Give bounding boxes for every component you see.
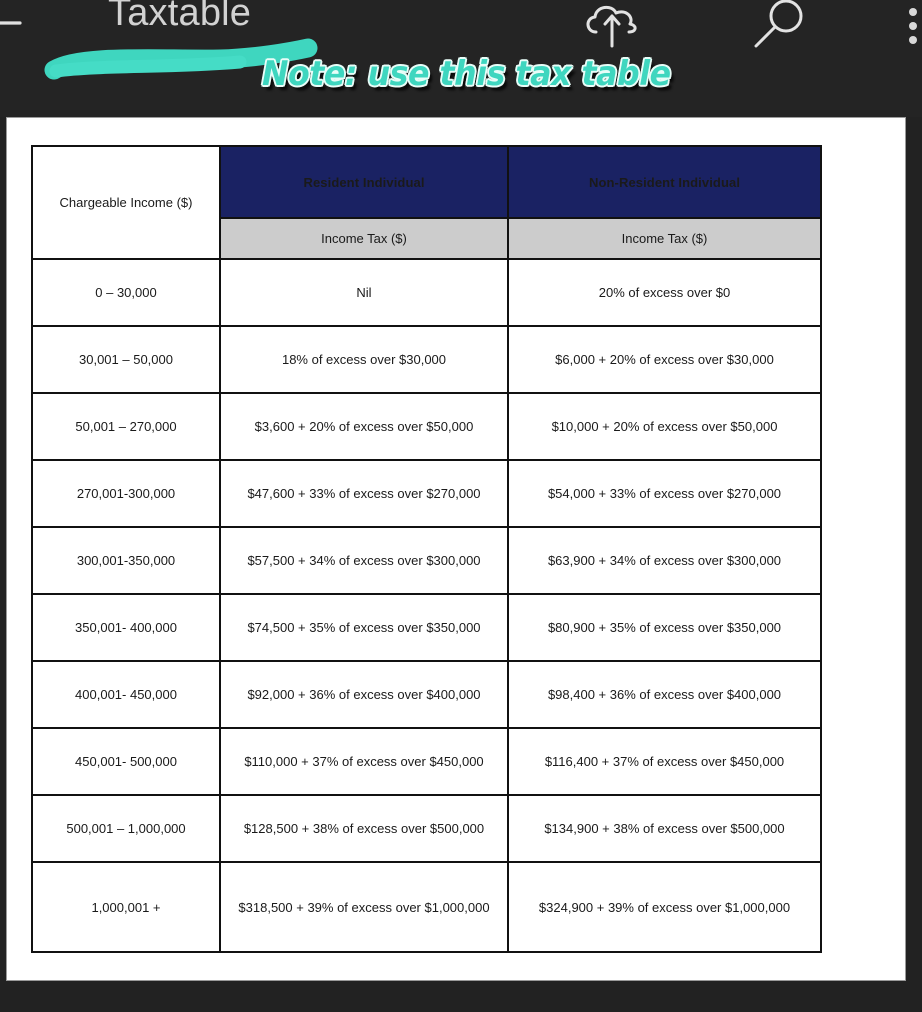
cell-range: 350,001- 400,000 xyxy=(31,593,221,662)
column-header-chargeable-income: Chargeable Income ($) xyxy=(31,145,221,260)
cell-resident-tax: $318,500 + 39% of excess over $1,000,000 xyxy=(219,861,509,953)
cell-non-resident-tax: $54,000 + 33% of excess over $270,000 xyxy=(507,459,822,528)
table-row: 400,001- 450,000 $92,000 + 36% of excess… xyxy=(31,660,822,729)
table-row: 0 – 30,000 Nil 20% of excess over $0 xyxy=(31,258,822,327)
table-row: 30,001 – 50,000 18% of excess over $30,0… xyxy=(31,325,822,394)
cloud-upload-icon[interactable] xyxy=(578,0,637,48)
cell-non-resident-tax: $98,400 + 36% of excess over $400,000 xyxy=(507,660,822,729)
page-title: Taxtable xyxy=(108,0,252,34)
cell-non-resident-tax: $324,900 + 39% of excess over $1,000,000 xyxy=(507,861,822,953)
column-header-non-resident-individual: Non-Resident Individual xyxy=(507,145,822,219)
cell-range: 450,001- 500,000 xyxy=(31,727,221,796)
table-header-row-1: Chargeable Income ($) Resident Individua… xyxy=(31,145,822,260)
cell-range: 1,000,001 + xyxy=(31,861,221,953)
table-row: 300,001-350,000 $57,500 + 34% of excess … xyxy=(31,526,822,595)
cell-resident-tax: $3,600 + 20% of excess over $50,000 xyxy=(219,392,509,461)
cell-non-resident-tax: $6,000 + 20% of excess over $30,000 xyxy=(507,325,822,394)
cell-range: 270,001-300,000 xyxy=(31,459,221,528)
cell-non-resident-tax: $10,000 + 20% of excess over $50,000 xyxy=(507,392,822,461)
cell-resident-tax: $110,000 + 37% of excess over $450,000 xyxy=(219,727,509,796)
cell-resident-tax: $47,600 + 33% of excess over $270,000 xyxy=(219,459,509,528)
app-bar: Taxtable Note: use this tax table xyxy=(0,0,922,117)
cell-non-resident-tax: $116,400 + 37% of excess over $450,000 xyxy=(507,727,822,796)
cell-non-resident-tax: $63,900 + 34% of excess over $300,000 xyxy=(507,526,822,595)
document-page: Chargeable Income ($) Resident Individua… xyxy=(6,117,906,981)
table-row: 500,001 – 1,000,000 $128,500 + 38% of ex… xyxy=(31,794,822,863)
cell-range: 30,001 – 50,000 xyxy=(31,325,221,394)
cell-range: 400,001- 450,000 xyxy=(31,660,221,729)
cell-range: 300,001-350,000 xyxy=(31,526,221,595)
cell-resident-tax: Nil xyxy=(219,258,509,327)
cell-resident-tax: $74,500 + 35% of excess over $350,000 xyxy=(219,593,509,662)
search-icon[interactable] xyxy=(744,0,803,48)
table-row: 50,001 – 270,000 $3,600 + 20% of excess … xyxy=(31,392,822,461)
sub-header-non-resident-income-tax: Income Tax ($) xyxy=(507,217,822,260)
cell-range: 500,001 – 1,000,000 xyxy=(31,794,221,863)
cell-non-resident-tax: $134,900 + 38% of excess over $500,000 xyxy=(507,794,822,863)
annotation-note: Note: use this tax table xyxy=(262,54,671,94)
table-body: 0 – 30,000 Nil 20% of excess over $0 30,… xyxy=(31,258,822,953)
table-row: 270,001-300,000 $47,600 + 33% of excess … xyxy=(31,459,822,528)
sub-header-resident-income-tax: Income Tax ($) xyxy=(219,217,509,260)
table-row: 1,000,001 + $318,500 + 39% of excess ove… xyxy=(31,861,822,953)
cell-resident-tax: 18% of excess over $30,000 xyxy=(219,325,509,394)
overflow-menu-icon[interactable] xyxy=(908,6,922,48)
table-row: 450,001- 500,000 $110,000 + 37% of exces… xyxy=(31,727,822,796)
cell-non-resident-tax: $80,900 + 35% of excess over $350,000 xyxy=(507,593,822,662)
cell-resident-tax: $92,000 + 36% of excess over $400,000 xyxy=(219,660,509,729)
table-header: Chargeable Income ($) Resident Individua… xyxy=(31,145,822,260)
table-row: 350,001- 400,000 $74,500 + 35% of excess… xyxy=(31,593,822,662)
tax-rate-table: Chargeable Income ($) Resident Individua… xyxy=(31,145,822,953)
back-arrow-icon[interactable] xyxy=(0,6,28,40)
cell-resident-tax: $128,500 + 38% of excess over $500,000 xyxy=(219,794,509,863)
cell-range: 0 – 30,000 xyxy=(31,258,221,327)
cell-non-resident-tax: 20% of excess over $0 xyxy=(507,258,822,327)
cell-resident-tax: $57,500 + 34% of excess over $300,000 xyxy=(219,526,509,595)
column-header-resident-individual: Resident Individual xyxy=(219,145,509,219)
cell-range: 50,001 – 270,000 xyxy=(31,392,221,461)
